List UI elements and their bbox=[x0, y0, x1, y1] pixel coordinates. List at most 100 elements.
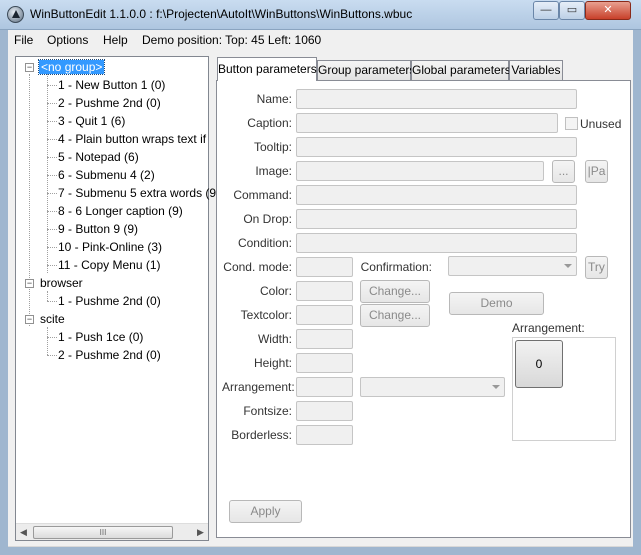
image-label: Image: bbox=[255, 164, 292, 178]
condition-field[interactable] bbox=[296, 233, 577, 253]
borderless-field[interactable] bbox=[296, 425, 353, 445]
try-button[interactable]: Try bbox=[585, 256, 608, 279]
tree-line bbox=[47, 139, 57, 140]
ondrop-field[interactable] bbox=[296, 209, 577, 229]
unused-checkbox[interactable] bbox=[565, 117, 578, 130]
textcolor-field[interactable] bbox=[296, 305, 353, 325]
tree-line bbox=[47, 211, 57, 212]
fontsize-field[interactable] bbox=[296, 401, 353, 421]
height-label: Height: bbox=[253, 356, 292, 370]
tree-line bbox=[47, 193, 57, 194]
tab-global-parameters[interactable]: Global parameters bbox=[411, 60, 511, 80]
confirmation-dropdown[interactable] bbox=[448, 256, 577, 276]
name-field[interactable] bbox=[296, 89, 577, 109]
image-pa-button[interactable]: |Pa bbox=[585, 160, 608, 183]
window-title: WinButtonEdit 1.1.0.0 : f:\Projecten\Aut… bbox=[30, 7, 413, 21]
condmode-label: Cond. mode: bbox=[223, 260, 292, 274]
collapse-toggle-scite[interactable]: − bbox=[25, 315, 34, 324]
tree-item[interactable]: 6 - Submenu 4 (2) bbox=[58, 167, 155, 183]
caption-field[interactable] bbox=[296, 113, 558, 133]
menu-file[interactable]: File bbox=[14, 33, 33, 47]
condition-label: Condition: bbox=[237, 236, 292, 250]
width-label: Width: bbox=[257, 332, 292, 346]
confirmation-label: Confirmation: bbox=[360, 260, 432, 274]
tab-variables[interactable]: Variables bbox=[509, 60, 563, 80]
arrangement-preview-button[interactable]: 0 bbox=[515, 340, 563, 388]
window-bottom-edge bbox=[8, 546, 633, 547]
tree-horizontal-scrollbar[interactable]: ◀ III ▶ bbox=[16, 523, 208, 540]
demo-position-text: Demo position: Top: 45 Left: 1060 bbox=[142, 33, 322, 47]
close-button[interactable]: ✕ bbox=[585, 1, 631, 20]
unused-label: Unused bbox=[580, 117, 622, 131]
dropdown-arrow-icon bbox=[492, 385, 500, 389]
autoit-app-icon bbox=[7, 6, 24, 23]
arrangement-dropdown[interactable] bbox=[360, 377, 505, 397]
width-field[interactable] bbox=[296, 329, 353, 349]
tree-group-browser[interactable]: browser bbox=[40, 275, 83, 291]
tree-item[interactable]: 10 - Pink-Online (3) bbox=[58, 239, 162, 255]
tree-item[interactable]: 2 - Pushme 2nd (0) bbox=[58, 347, 161, 363]
menu-options[interactable]: Options bbox=[47, 33, 88, 47]
caption-label: Caption: bbox=[247, 116, 292, 130]
tree-line bbox=[47, 157, 57, 158]
tree-line bbox=[47, 103, 57, 104]
arrangement-label: Arrangement: bbox=[222, 380, 295, 394]
tree-line bbox=[47, 291, 48, 301]
maximize-button[interactable]: ▭ bbox=[559, 1, 585, 20]
color-label: Color: bbox=[259, 284, 292, 298]
tree-line bbox=[47, 247, 57, 248]
tree-item[interactable]: 3 - Quit 1 (6) bbox=[58, 113, 125, 129]
image-browse-button[interactable]: ... bbox=[552, 160, 575, 183]
tree-group-scite[interactable]: scite bbox=[40, 311, 65, 327]
tree-line bbox=[47, 337, 57, 338]
tree-item[interactable]: 7 - Submenu 5 extra words (9 bbox=[58, 185, 216, 201]
tree-item[interactable]: 9 - Button 9 (9) bbox=[58, 221, 138, 237]
tooltip-field[interactable] bbox=[296, 137, 577, 157]
scroll-right-arrow-icon[interactable]: ▶ bbox=[197, 527, 204, 538]
ondrop-label: On Drop: bbox=[243, 212, 292, 226]
button-tree[interactable]: − <no group> 1 - New Button 1 (0) 2 - Pu… bbox=[15, 56, 216, 541]
image-field[interactable] bbox=[296, 161, 544, 181]
tree-group-no-group[interactable]: <no group> bbox=[37, 59, 106, 75]
tooltip-label: Tooltip: bbox=[253, 140, 292, 154]
tree-line bbox=[47, 121, 57, 122]
tree-item[interactable]: 1 - Pushme 2nd (0) bbox=[58, 293, 161, 309]
arrangement-preview-label: Arrangement: bbox=[512, 321, 585, 335]
tree-item[interactable]: 4 - Plain button wraps text if bbox=[58, 131, 206, 147]
change-textcolor-button[interactable]: Change... bbox=[360, 304, 430, 327]
tab-button-parameters[interactable]: Button parameters bbox=[217, 57, 317, 81]
tree-line bbox=[47, 355, 57, 356]
tab-group-parameters[interactable]: Group parameters bbox=[317, 60, 415, 80]
tree-line bbox=[47, 327, 48, 355]
scroll-thumb[interactable]: III bbox=[33, 526, 173, 539]
dropdown-arrow-icon bbox=[564, 264, 572, 268]
menu-help[interactable]: Help bbox=[103, 33, 128, 47]
tree-line bbox=[47, 85, 57, 86]
scroll-left-arrow-icon[interactable]: ◀ bbox=[20, 527, 27, 538]
tree-item[interactable]: 8 - 6 Longer caption (9) bbox=[58, 203, 183, 219]
command-field[interactable] bbox=[296, 185, 577, 205]
tree-item[interactable]: 1 - Push 1ce (0) bbox=[58, 329, 143, 345]
tree-line bbox=[47, 229, 57, 230]
collapse-toggle-browser[interactable]: − bbox=[25, 279, 34, 288]
tree-item[interactable]: 11 - Copy Menu (1) bbox=[58, 257, 161, 273]
tree-line bbox=[29, 74, 30, 326]
change-color-button[interactable]: Change... bbox=[360, 280, 430, 303]
demo-button[interactable]: Demo bbox=[449, 292, 544, 315]
tree-item[interactable]: 5 - Notepad (6) bbox=[58, 149, 139, 165]
tree-item[interactable]: 1 - New Button 1 (0) bbox=[58, 77, 165, 93]
textcolor-label: Textcolor: bbox=[240, 308, 292, 322]
color-field[interactable] bbox=[296, 281, 353, 301]
tree-line bbox=[47, 301, 57, 302]
collapse-toggle-no-group[interactable]: − bbox=[25, 63, 34, 72]
menu-bar: File Options Help Demo position: Top: 45… bbox=[8, 30, 633, 50]
apply-button[interactable]: Apply bbox=[229, 500, 302, 523]
tree-item[interactable]: 2 - Pushme 2nd (0) bbox=[58, 95, 161, 111]
minimize-button[interactable]: — bbox=[533, 1, 559, 20]
arrangement-field[interactable] bbox=[296, 377, 353, 397]
title-bar: WinButtonEdit 1.1.0.0 : f:\Projecten\Aut… bbox=[0, 0, 641, 30]
command-label: Command: bbox=[233, 188, 292, 202]
fontsize-label: Fontsize: bbox=[243, 404, 292, 418]
condmode-field[interactable] bbox=[296, 257, 353, 277]
height-field[interactable] bbox=[296, 353, 353, 373]
